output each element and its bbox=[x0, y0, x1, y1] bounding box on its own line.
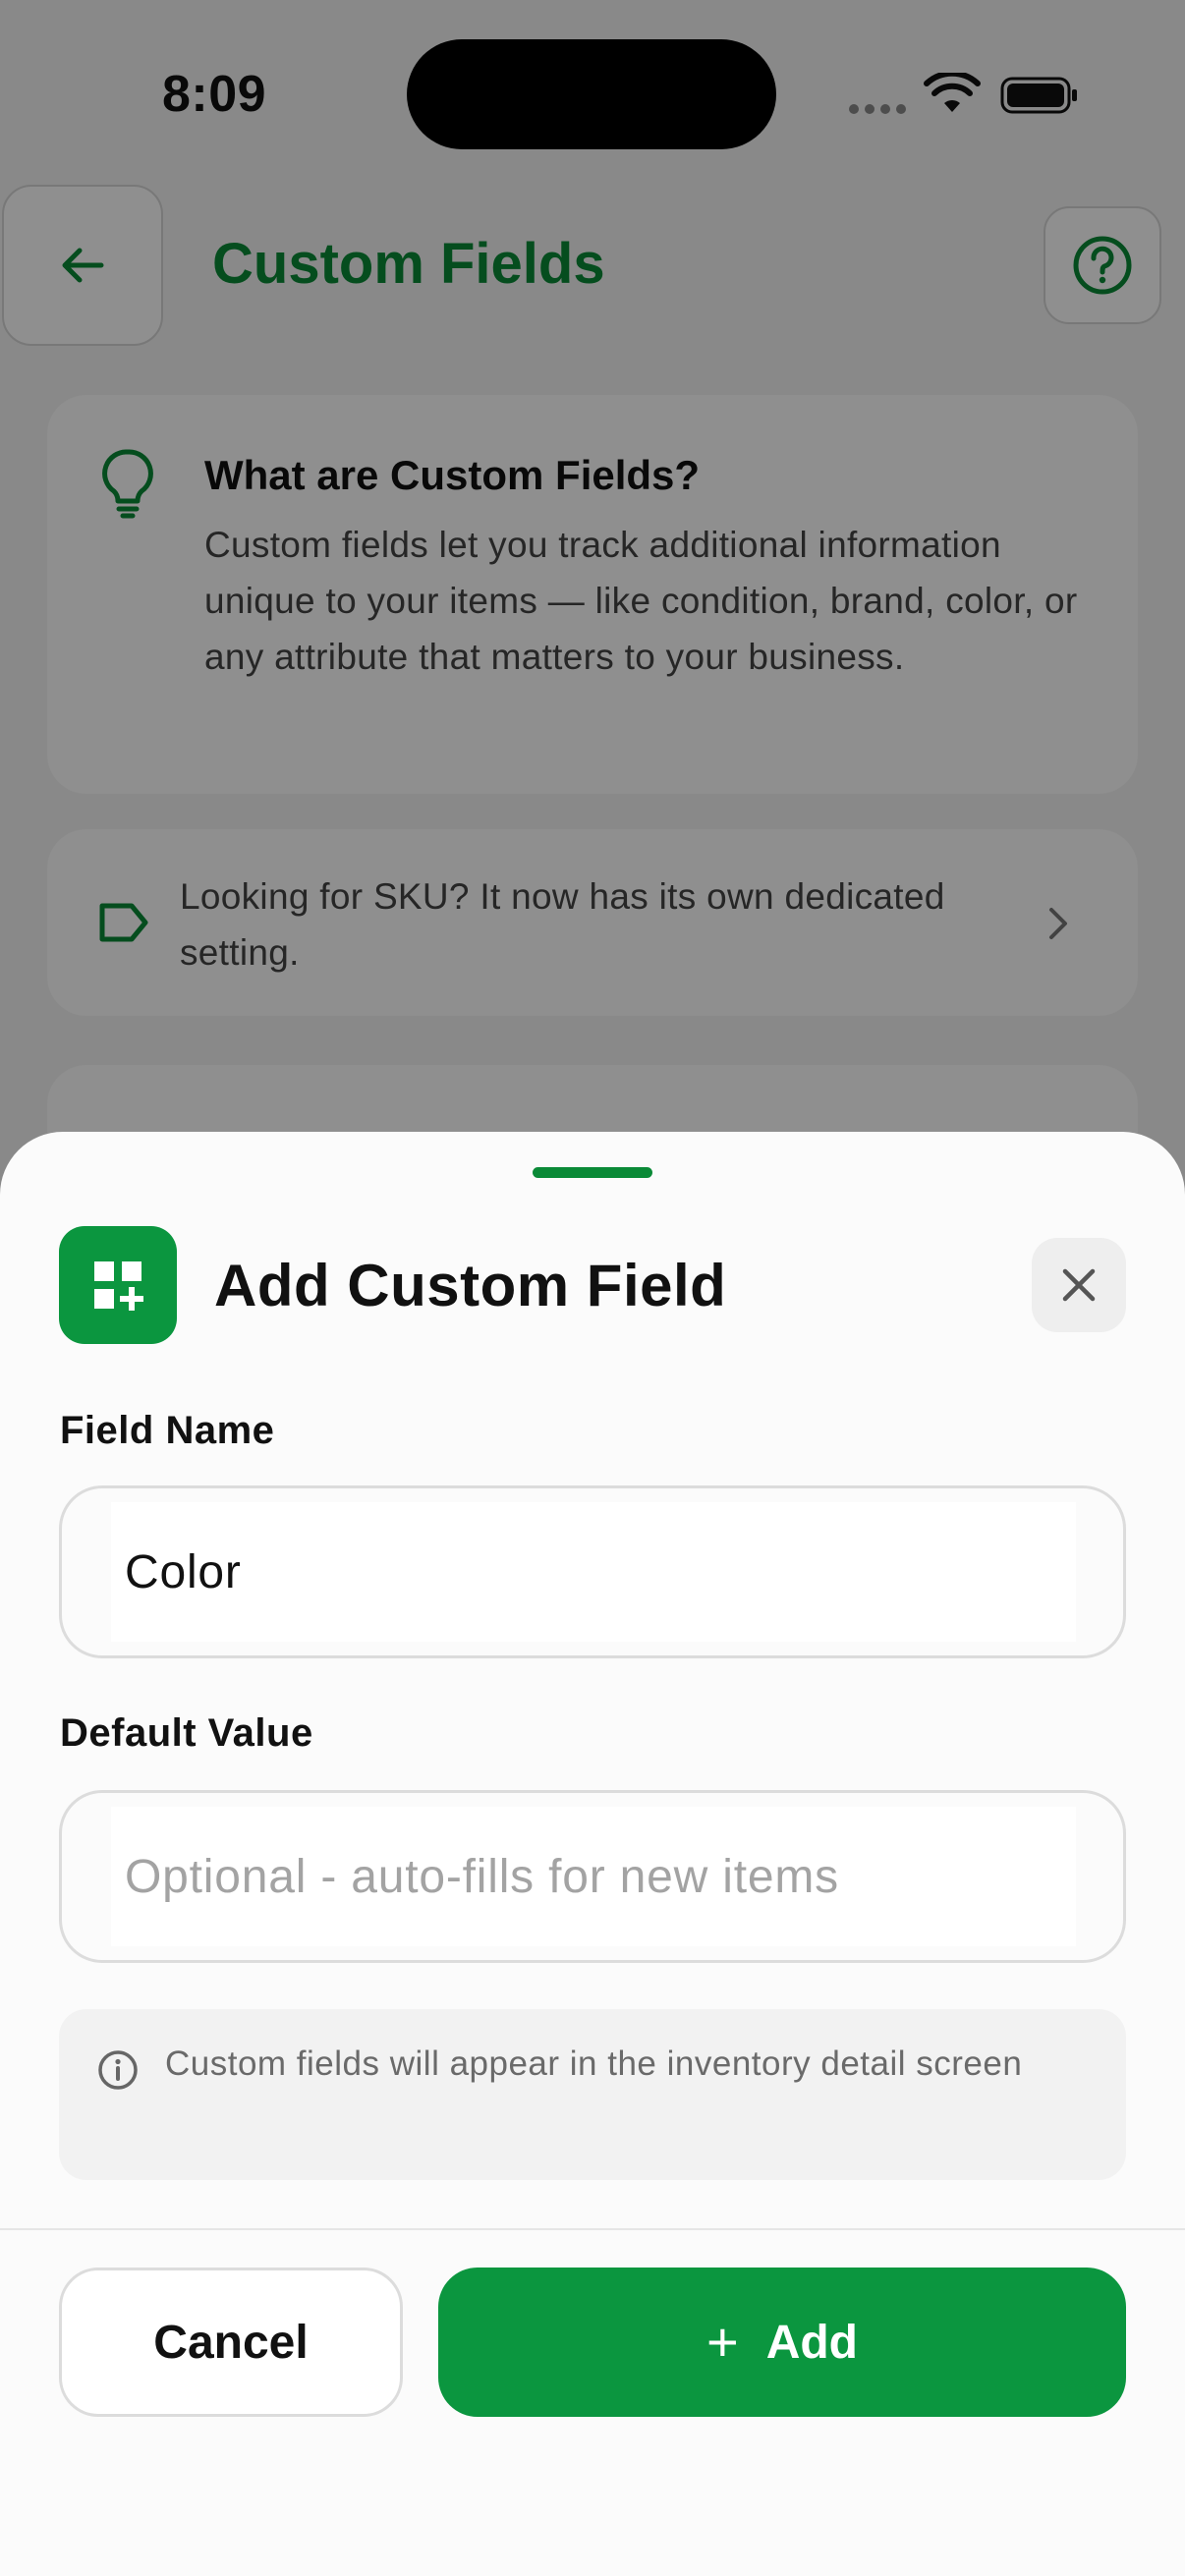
cancel-button[interactable]: Cancel bbox=[59, 2268, 403, 2417]
default-value-input[interactable] bbox=[111, 1807, 1076, 1946]
default-value-label: Default Value bbox=[60, 1711, 313, 1755]
screen: 8:09 Custom Fields What are Custom Field… bbox=[0, 0, 1185, 2576]
default-value-container bbox=[59, 1790, 1126, 1963]
close-button[interactable] bbox=[1032, 1238, 1126, 1332]
info-circle-icon bbox=[98, 2050, 138, 2090]
sheet-icon bbox=[59, 1226, 177, 1344]
field-name-input[interactable] bbox=[111, 1502, 1076, 1642]
info-note-text: Custom fields will appear in the invento… bbox=[165, 2044, 1023, 2083]
sheet-title: Add Custom Field bbox=[214, 1253, 727, 1318]
add-button[interactable]: + Add bbox=[438, 2268, 1126, 2417]
info-note: Custom fields will appear in the invento… bbox=[59, 2009, 1126, 2180]
add-button-label: Add bbox=[765, 2316, 858, 2369]
footer-divider bbox=[0, 2228, 1185, 2230]
grid-add-icon bbox=[94, 1261, 143, 1311]
field-name-label: Field Name bbox=[60, 1409, 275, 1452]
field-name-container bbox=[59, 1485, 1126, 1658]
close-icon bbox=[1062, 1268, 1096, 1302]
sheet-grabber[interactable] bbox=[533, 1167, 652, 1178]
plus-icon: + bbox=[705, 2311, 739, 2373]
add-custom-field-sheet: Add Custom Field Field Name Default Valu… bbox=[0, 1132, 1185, 2576]
